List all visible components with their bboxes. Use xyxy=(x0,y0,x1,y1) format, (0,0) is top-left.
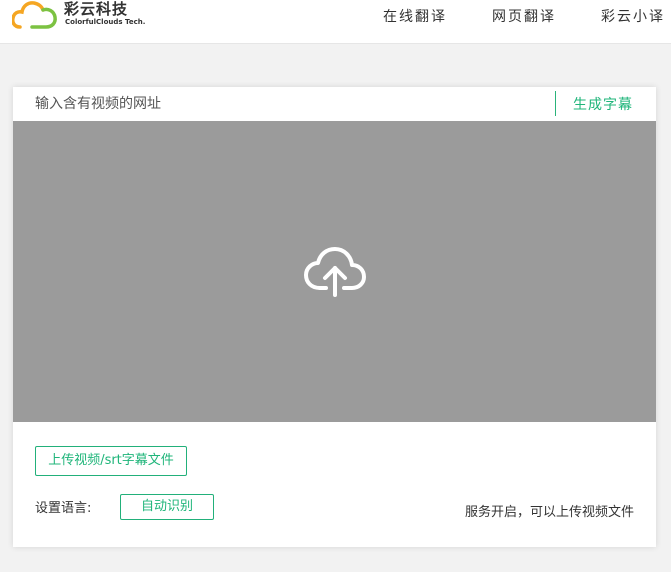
upload-drop-area[interactable] xyxy=(13,121,656,422)
generate-subtitles-button[interactable]: 生成字幕 xyxy=(573,94,633,114)
subtitle-card: 生成字幕 上传视频/srt字幕文件 设置语言: 自动识别 服务开启，可以上传视频… xyxy=(13,87,656,547)
upload-file-button[interactable]: 上传视频/srt字幕文件 xyxy=(35,446,187,476)
top-header: 彩云科技 ColorfulClouds Tech. 在线翻译 网页翻译 彩云小译 xyxy=(0,0,671,44)
nav-online-translate[interactable]: 在线翻译 xyxy=(383,6,447,26)
status-text: 服务开启，可以上传视频文件 xyxy=(464,505,634,520)
url-bar: 生成字幕 xyxy=(13,87,656,121)
language-label: 设置语言: xyxy=(35,501,92,516)
cloud-upload-icon xyxy=(304,247,366,297)
nav-webpage-translate[interactable]: 网页翻译 xyxy=(492,6,556,26)
url-divider xyxy=(555,91,556,116)
nav-caiyun-xiaoyi[interactable]: 彩云小译 xyxy=(601,6,665,26)
video-url-input[interactable] xyxy=(35,91,535,117)
main-nav: 在线翻译 网页翻译 彩云小译 xyxy=(0,6,671,26)
language-select[interactable]: 自动识别 xyxy=(120,494,214,520)
